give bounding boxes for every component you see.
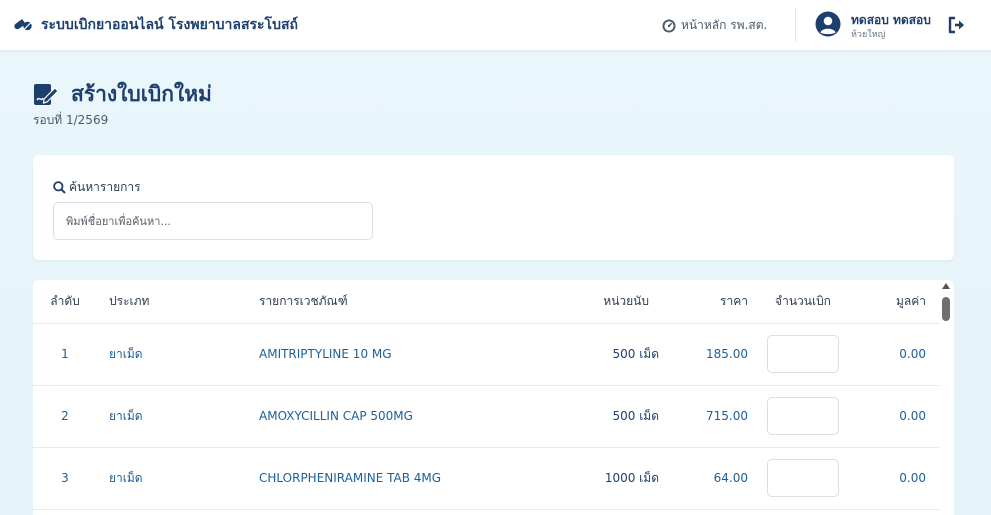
qty-input[interactable]	[767, 335, 839, 373]
scroll-up-arrow-icon[interactable]	[942, 283, 950, 289]
dashboard-gauge-icon	[662, 19, 676, 32]
row-qty-cell	[748, 385, 858, 448]
search-icon	[53, 181, 66, 194]
nav-home-label: หน้าหลัก รพ.สต.	[681, 18, 768, 32]
items-table-card: ลำดับ ประเภท รายการเวชภัณฑ์ หน่วยนับ ราค…	[33, 280, 954, 515]
col-header-no: ลำดับ	[33, 280, 97, 324]
items-table: ลำดับ ประเภท รายการเวชภัณฑ์ หน่วยนับ ราค…	[33, 280, 939, 510]
row-type: ยาเม็ด	[97, 447, 247, 510]
brand[interactable]: ระบบเบิกยาออนไลน์ โรงพยาบาลสระโบสถ์	[13, 14, 298, 36]
app-title: ระบบเบิกยาออนไลน์ โรงพยาบาลสระโบสถ์	[41, 17, 298, 33]
row-unit: 500 เม็ด	[547, 323, 659, 386]
row-value: 0.00	[858, 447, 939, 510]
col-header-type: ประเภท	[97, 280, 247, 324]
row-unit: 500 เม็ด	[547, 385, 659, 448]
row-type: ยาเม็ด	[97, 323, 247, 386]
row-item: AMOXYCILLIN CAP 500MG	[247, 385, 547, 448]
page-header: สร้างใบเบิกใหม่	[33, 78, 212, 111]
row-price: 715.00	[659, 385, 748, 448]
row-value: 0.00	[858, 385, 939, 448]
scroll-thumb[interactable]	[942, 297, 950, 321]
qty-input[interactable]	[767, 459, 839, 497]
col-header-value: มูลค่า	[858, 280, 939, 324]
qty-input[interactable]	[767, 397, 839, 435]
table-row: 2 ยาเม็ด AMOXYCILLIN CAP 500MG 500 เม็ด …	[33, 385, 939, 448]
row-item: CHLORPHENIRAMINE TAB 4MG	[247, 447, 547, 510]
row-qty-cell	[748, 447, 858, 510]
table-scrollbar[interactable]	[939, 283, 953, 515]
row-no: 1	[33, 323, 97, 386]
nav-divider	[795, 8, 796, 42]
search-input[interactable]	[53, 202, 373, 240]
row-no: 2	[33, 385, 97, 448]
col-header-unit: หน่วยนับ	[547, 280, 659, 324]
col-header-qty: จำนวนเบิก	[748, 280, 858, 324]
sign-out-icon[interactable]	[947, 15, 967, 35]
row-item: AMITRIPTYLINE 10 MG	[247, 323, 547, 386]
table-row: 3 ยาเม็ด CHLORPHENIRAMINE TAB 4MG 1000 เ…	[33, 447, 939, 510]
search-label: ค้นหารายการ	[53, 178, 141, 197]
top-navbar: ระบบเบิกยาออนไลน์ โรงพยาบาลสระโบสถ์ หน้า…	[0, 0, 991, 50]
pills-icon	[13, 15, 33, 35]
file-signature-icon	[34, 83, 59, 105]
page-subtitle: รอบที่ 1/2569	[33, 113, 109, 127]
row-no: 3	[33, 447, 97, 510]
user-location: ห้วยใหญ่	[851, 30, 886, 40]
search-card: ค้นหารายการ	[33, 155, 954, 260]
row-qty-cell	[748, 323, 858, 386]
col-header-price: ราคา	[659, 280, 748, 324]
row-value: 0.00	[858, 323, 939, 386]
row-price: 185.00	[659, 323, 748, 386]
table-header-row: ลำดับ ประเภท รายการเวชภัณฑ์ หน่วยนับ ราค…	[33, 280, 939, 324]
page-title: สร้างใบเบิกใหม่	[71, 82, 212, 106]
search-label-text: ค้นหารายการ	[69, 180, 141, 194]
row-price: 64.00	[659, 447, 748, 510]
row-type: ยาเม็ด	[97, 385, 247, 448]
nav-home-link[interactable]: หน้าหลัก รพ.สต.	[662, 16, 767, 35]
col-header-item: รายการเวชภัณฑ์	[247, 280, 547, 324]
table-row: 1 ยาเม็ด AMITRIPTYLINE 10 MG 500 เม็ด 18…	[33, 323, 939, 386]
user-circle-icon[interactable]	[815, 11, 841, 37]
row-unit: 1000 เม็ด	[547, 447, 659, 510]
